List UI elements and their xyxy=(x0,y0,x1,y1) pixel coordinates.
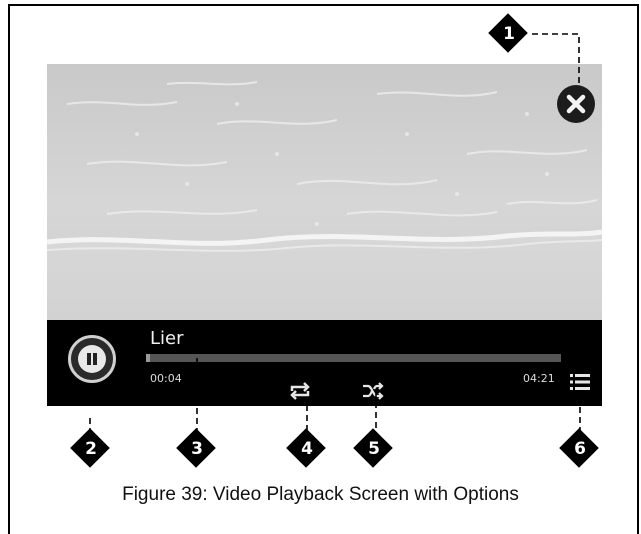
callout-5: 5 xyxy=(353,428,394,469)
callout-6: 6 xyxy=(559,428,600,469)
callout-4: 4 xyxy=(286,428,327,469)
figure-caption: Figure 39: Video Playback Screen with Op… xyxy=(122,484,519,505)
callout-1: 1 xyxy=(488,13,529,54)
callout-3-number: 3 xyxy=(191,439,203,459)
callout-2: 2 xyxy=(70,428,111,469)
callout-3: 3 xyxy=(176,428,217,469)
callout-6-number: 6 xyxy=(574,439,586,459)
callout-2-number: 2 xyxy=(85,439,97,459)
callout-1-number: 1 xyxy=(503,24,515,44)
callout-5-number: 5 xyxy=(368,439,380,459)
callout-4-number: 4 xyxy=(301,439,313,459)
